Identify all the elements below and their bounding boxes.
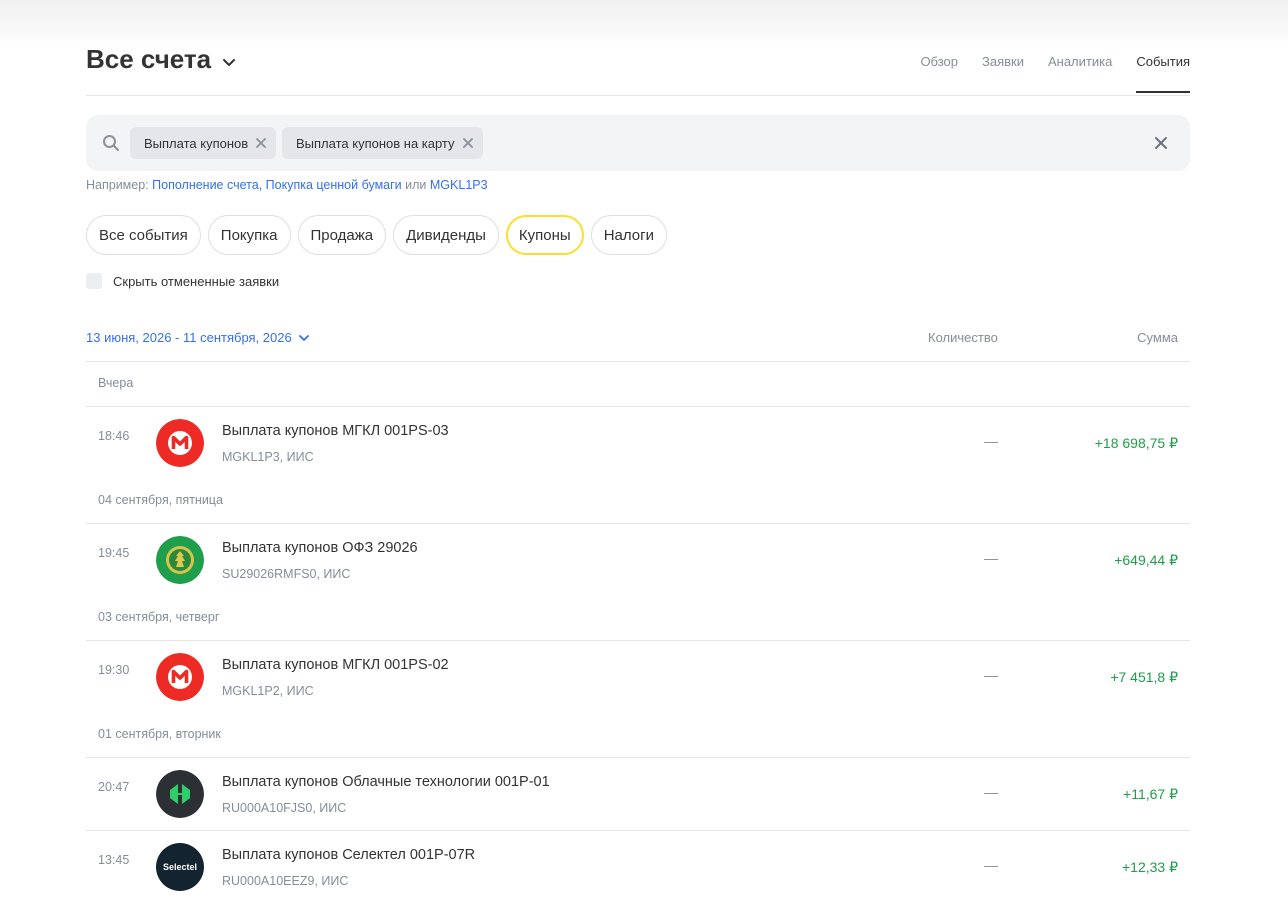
- hint-prefix: Например:: [86, 178, 149, 192]
- group-date-label: 01 сентября, вторник: [98, 727, 221, 741]
- event-time: 13:45: [98, 853, 130, 867]
- filter-buy[interactable]: Покупка: [207, 215, 291, 255]
- hint-example-deposit[interactable]: Пополнение счета: [152, 178, 259, 192]
- group-date-label: Вчера: [98, 376, 134, 390]
- event-quantity: —: [984, 667, 998, 683]
- hide-cancelled-checkbox[interactable]: [86, 273, 102, 289]
- search-icon: [103, 135, 119, 151]
- ofz-logo: [156, 536, 204, 584]
- event-amount: +12,33 ₽: [1121, 859, 1178, 875]
- filter-dividends[interactable]: Дивиденды: [393, 215, 499, 255]
- group-date-label: 04 сентября, пятница: [98, 493, 223, 507]
- search-bar[interactable]: Выплата купонов Выплата купонов на карту: [86, 115, 1190, 171]
- chevron-down-icon: [223, 58, 236, 66]
- filter-sell[interactable]: Продажа: [297, 215, 387, 255]
- hint-example-ticker[interactable]: MGKL1P3: [430, 178, 488, 192]
- filter-taxes[interactable]: Налоги: [590, 215, 667, 255]
- event-amount: +18 698,75 ₽: [1094, 435, 1178, 451]
- column-header-quantity: Количество: [928, 330, 998, 345]
- section-tabs: Обзор Заявки Аналитика События: [896, 54, 1190, 93]
- event-row[interactable]: 19:45 Выплата купонов ОФЗ 29026 SU29026R…: [86, 524, 1190, 596]
- event-subtitle: SU29026RMFS0, ИИС: [222, 567, 351, 581]
- search-tag-label: Выплата купонов: [144, 135, 249, 151]
- event-title: Выплата купонов Селектел 001P-07R: [222, 847, 476, 863]
- event-amount: +649,44 ₽: [1114, 552, 1178, 568]
- event-type-filters: Все события Покупка Продажа Дивиденды Ку…: [86, 215, 674, 255]
- search-tag-coupons-card[interactable]: Выплата купонов на карту: [282, 127, 483, 159]
- event-title: Выплата купонов МГКЛ 001PS-03: [222, 423, 449, 439]
- event-time: 19:30: [98, 663, 130, 677]
- tab-orders[interactable]: Заявки: [982, 54, 1024, 93]
- date-range-picker[interactable]: 13 июня, 2026 - 11 сентября, 2026: [86, 330, 310, 345]
- event-amount: +11,67 ₽: [1123, 786, 1178, 802]
- filter-coupons[interactable]: Купоны: [505, 215, 584, 255]
- clear-search-icon[interactable]: [1154, 136, 1168, 150]
- event-quantity: —: [984, 433, 998, 449]
- event-time: 20:47: [98, 780, 130, 794]
- event-time: 19:45: [98, 546, 130, 560]
- mgkl-logo: [156, 419, 204, 467]
- event-title: Выплата купонов Облачные технологии 001P…: [222, 774, 550, 790]
- event-subtitle: RU000A10FJS0, ИИС: [222, 801, 347, 815]
- tab-analytics[interactable]: Аналитика: [1048, 54, 1112, 93]
- search-tag-label: Выплата купонов на карту: [296, 135, 455, 151]
- event-subtitle: MGKL1P3, ИИС: [222, 450, 314, 464]
- filter-all-events[interactable]: Все события: [86, 215, 201, 255]
- account-selector[interactable]: Все счета: [86, 44, 237, 75]
- event-row[interactable]: 18:46 Выплата купонов МГКЛ 001PS-03 MGKL…: [86, 407, 1190, 479]
- event-amount: +7 451,8 ₽: [1110, 669, 1178, 685]
- tab-overview[interactable]: Обзор: [920, 54, 958, 93]
- event-row[interactable]: 19:30 Выплата купонов МГКЛ 001PS-02 MGKL…: [86, 641, 1190, 713]
- selectel-logo-text: Selectel: [162, 862, 198, 872]
- selectel-logo: Selectel: [156, 843, 204, 891]
- chevron-down-icon: [298, 334, 309, 341]
- hide-cancelled-row: Скрыть отмененные заявки: [86, 273, 279, 289]
- hint-comma: ,: [258, 178, 263, 192]
- events-table-header: 13 июня, 2026 - 11 сентября, 2026 Количе…: [86, 325, 1190, 362]
- search-hint: Например: Пополнение счета, Покупка ценн…: [86, 178, 488, 192]
- hide-cancelled-label[interactable]: Скрыть отмененные заявки: [113, 274, 279, 289]
- date-range-label: 13 июня, 2026 - 11 сентября, 2026: [86, 330, 292, 345]
- hint-or: или: [405, 178, 427, 192]
- tab-events[interactable]: События: [1136, 54, 1190, 93]
- close-icon[interactable]: [462, 138, 473, 148]
- event-quantity: —: [984, 857, 998, 873]
- event-subtitle: MGKL1P2, ИИС: [222, 684, 314, 698]
- event-row[interactable]: 13:45 Selectel Выплата купонов Селектел …: [86, 831, 1190, 903]
- column-header-sum: Сумма: [1137, 330, 1178, 345]
- event-quantity: —: [984, 784, 998, 800]
- page-title: Все счета: [86, 44, 212, 74]
- mgkl-logo: [156, 653, 204, 701]
- cloud-tech-logo: [156, 770, 204, 818]
- event-title: Выплата купонов МГКЛ 001PS-02: [222, 657, 449, 673]
- hint-example-buy[interactable]: Покупка ценной бумаги: [266, 178, 402, 192]
- event-title: Выплата купонов ОФЗ 29026: [222, 540, 418, 556]
- event-subtitle: RU000A10EEZ9, ИИС: [222, 874, 349, 888]
- group-date-label: 03 сентября, четверг: [98, 610, 220, 624]
- event-quantity: —: [984, 550, 998, 566]
- search-tag-coupons[interactable]: Выплата купонов: [130, 127, 277, 159]
- page-header: Все счета Обзор Заявки Аналитика События: [86, 0, 1190, 96]
- close-icon[interactable]: [256, 138, 267, 148]
- event-time: 18:46: [98, 429, 130, 443]
- event-row[interactable]: 20:47 Выплата купонов Облачные технологи…: [86, 758, 1190, 830]
